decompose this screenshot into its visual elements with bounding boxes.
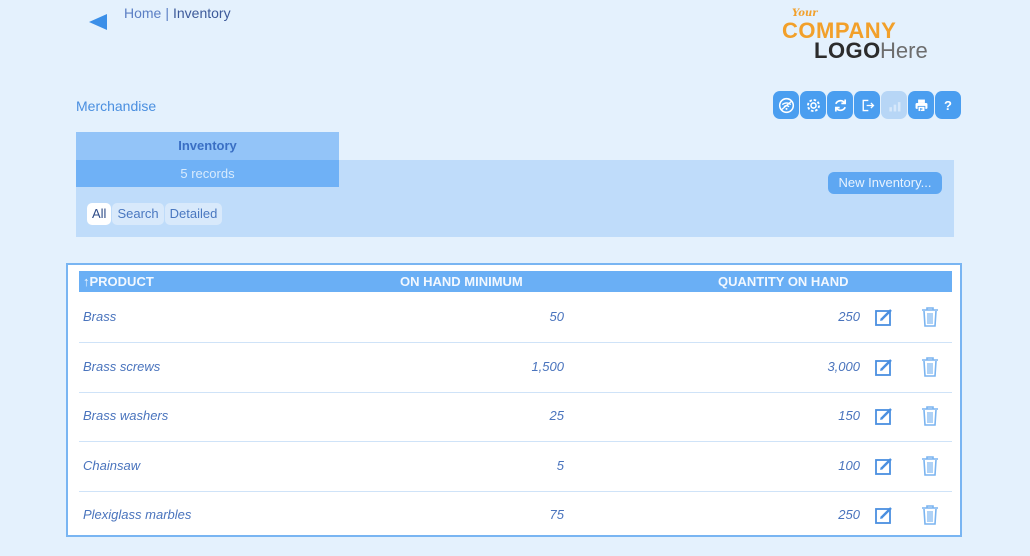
record-count: 5 records	[76, 160, 339, 187]
chart-button	[881, 91, 907, 119]
trash-icon[interactable]	[920, 356, 940, 378]
logout-icon	[862, 99, 874, 111]
table-row[interactable]: Plexiglass marbles 75 250	[79, 491, 952, 540]
filter-segmented-control: All Search Detailed	[87, 203, 223, 225]
header-quantity-on-hand[interactable]: QUANTITY ON HAND	[718, 274, 848, 289]
toolbar: P ?	[773, 91, 962, 119]
edit-icon[interactable]	[874, 505, 894, 525]
print-icon: P	[915, 99, 927, 112]
print-button[interactable]: P	[908, 91, 934, 119]
logout-button[interactable]	[854, 91, 880, 119]
on-hand-minimum-cell: 25	[549, 408, 564, 423]
help-icon: ?	[944, 97, 952, 113]
trash-icon[interactable]	[920, 455, 940, 477]
wifi-off-button[interactable]	[773, 91, 799, 119]
wifi-off-icon	[778, 97, 794, 113]
breadcrumb-current: Inventory	[173, 5, 231, 21]
filter-detailed[interactable]: Detailed	[164, 203, 223, 225]
help-button[interactable]: ?	[935, 91, 961, 119]
tab-title: Inventory	[76, 132, 339, 160]
new-inventory-button[interactable]: New Inventory...	[828, 172, 942, 194]
svg-text:P: P	[919, 107, 922, 112]
filter-all[interactable]: All	[87, 203, 112, 225]
breadcrumb-home[interactable]: Home	[124, 5, 161, 21]
trash-icon[interactable]	[920, 306, 940, 328]
table-row[interactable]: Brass 50 250	[79, 293, 952, 343]
quantity-on-hand-cell: 100	[838, 457, 860, 473]
filter-search[interactable]: Search	[112, 203, 164, 225]
table-header: ↑PRODUCT ON HAND MINIMUM QUANTITY ON HAN…	[79, 271, 952, 292]
product-cell: Plexiglass marbles	[83, 507, 192, 522]
quantity-on-hand-cell: 250	[838, 309, 860, 324]
breadcrumb: Home | Inventory	[124, 5, 231, 21]
settings-button[interactable]	[800, 91, 826, 119]
table-row[interactable]: Brass screws 1,500 3,000	[79, 343, 952, 393]
product-cell: Brass screws	[83, 358, 161, 374]
chart-icon	[888, 101, 900, 111]
on-hand-minimum-cell: 50	[549, 309, 564, 324]
inventory-tab[interactable]: Inventory 5 records	[76, 132, 339, 187]
gear-icon	[806, 98, 820, 112]
back-arrow-icon[interactable]	[89, 14, 107, 30]
edit-icon[interactable]	[874, 456, 894, 476]
on-hand-minimum-cell: 5	[556, 457, 564, 473]
table-row[interactable]: Chainsaw 5 100	[79, 442, 952, 492]
refresh-icon	[834, 99, 846, 111]
quantity-on-hand-cell: 150	[838, 408, 860, 423]
logo-logo: LOGO	[814, 38, 881, 63]
trash-icon[interactable]	[920, 405, 940, 427]
trash-icon[interactable]	[920, 504, 940, 526]
product-cell: Chainsaw	[83, 457, 141, 473]
edit-icon[interactable]	[874, 406, 894, 426]
on-hand-minimum-cell: 1,500	[531, 358, 564, 374]
product-cell: Brass	[83, 309, 117, 324]
breadcrumb-separator: |	[165, 5, 169, 21]
company-logo: Your COMPANY LOGO Here	[780, 8, 950, 63]
logo-here: Here	[880, 38, 928, 63]
section-label: Merchandise	[76, 98, 157, 114]
quantity-on-hand-cell: 3,000	[827, 358, 860, 374]
header-product[interactable]: ↑PRODUCT	[83, 274, 154, 289]
quantity-on-hand-cell: 250	[838, 507, 860, 522]
refresh-button[interactable]	[827, 91, 853, 119]
header-on-hand-minimum[interactable]: ON HAND MINIMUM	[400, 274, 523, 289]
edit-icon[interactable]	[874, 307, 894, 327]
table-row[interactable]: Brass washers 25 150	[79, 392, 952, 442]
on-hand-minimum-cell: 75	[549, 507, 564, 522]
edit-icon[interactable]	[874, 357, 894, 377]
product-cell: Brass washers	[83, 408, 169, 423]
inventory-table: ↑PRODUCT ON HAND MINIMUM QUANTITY ON HAN…	[66, 263, 962, 537]
